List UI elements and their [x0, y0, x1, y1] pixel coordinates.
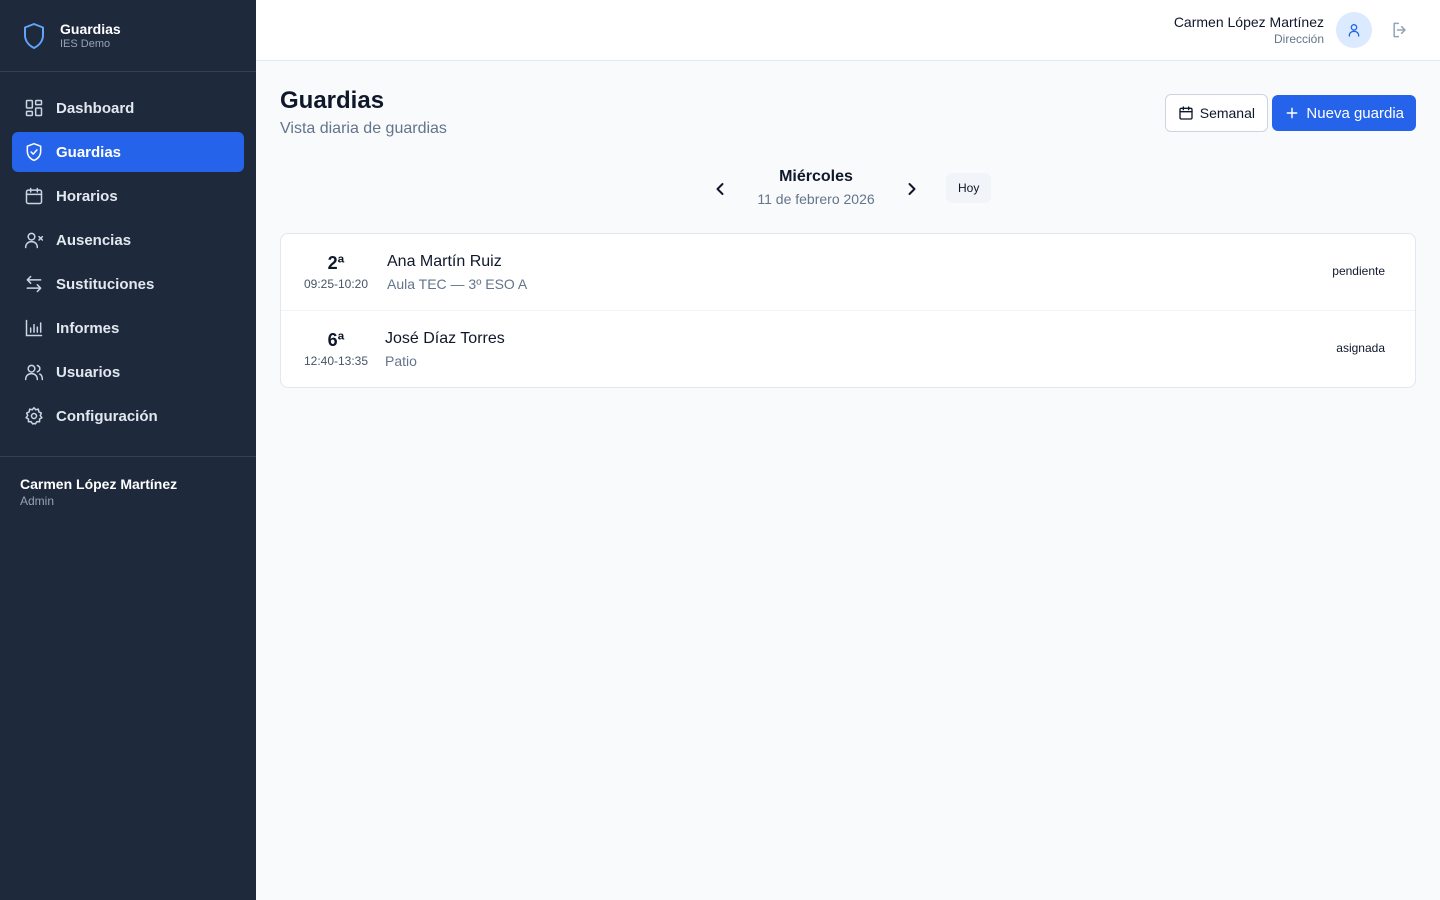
logout-icon[interactable] — [1390, 20, 1410, 40]
location: Patio — [385, 353, 417, 369]
sidebar-item-sustituciones[interactable]: Sustituciones — [12, 264, 244, 304]
shield-icon — [22, 22, 46, 50]
user-x-icon — [24, 230, 44, 250]
guardia-info: Ana Martín Ruiz Aula TEC — 3º ESO A — [387, 252, 527, 293]
period-number: 6ª — [327, 330, 345, 350]
sidebar-item-ausencias[interactable]: Ausencias — [12, 220, 244, 260]
chevron-right-icon[interactable] — [902, 179, 922, 199]
user-icon — [1348, 24, 1360, 37]
page-subtitle: Vista diaria de guardias — [280, 120, 447, 137]
sidebar-item-label: Horarios — [56, 187, 118, 205]
sidebar: Guardias IES Demo Dashboard Guardias Hor… — [0, 0, 256, 900]
list-item[interactable]: 2ª 09:25-10:20 Ana Martín Ruiz Aula TEC … — [281, 234, 1415, 311]
sidebar-item-label: Dashboard — [56, 99, 135, 117]
location: Aula TEC — 3º ESO A — [387, 276, 528, 292]
period: 6ª 12:40-13:35 — [301, 329, 371, 369]
period-number: 2ª — [327, 253, 345, 273]
sidebar-user-name: Carmen López Martínez — [20, 476, 178, 492]
top-bar: Carmen López Martínez Dirección — [256, 0, 1440, 61]
sidebar-item-informes[interactable]: Informes — [12, 308, 244, 348]
header-user: Carmen López Martínez Dirección — [1174, 13, 1324, 47]
current-date: 11 de febrero 2026 — [757, 191, 875, 207]
sidebar-item-usuarios[interactable]: Usuarios — [12, 352, 244, 392]
period-time: 09:25-10:20 — [303, 277, 369, 291]
sidebar-user-role: Admin — [20, 494, 55, 508]
period-time: 12:40-13:35 — [303, 354, 369, 368]
gear-icon — [24, 406, 44, 426]
swap-arrows-icon — [24, 274, 44, 294]
sidebar-nav: Dashboard Guardias Horarios Ausencias Su… — [0, 72, 256, 457]
list-item[interactable]: 6ª 12:40-13:35 José Díaz Torres Patio as… — [281, 311, 1415, 387]
status-badge: asignada — [1336, 341, 1385, 355]
sidebar-item-label: Sustituciones — [56, 275, 155, 293]
brand-title: Guardias — [60, 20, 121, 37]
status-badge: pendiente — [1332, 264, 1385, 278]
sidebar-item-guardias[interactable]: Guardias — [12, 132, 244, 172]
brand-subtitle: IES Demo — [60, 37, 111, 50]
sidebar-item-label: Usuarios — [56, 363, 121, 381]
header-user-name: Carmen López Martínez — [1173, 14, 1324, 30]
new-guardia-label: Nueva guardia — [1306, 104, 1404, 122]
sidebar-user: Carmen López Martínez Admin — [0, 457, 256, 527]
sidebar-item-dashboard[interactable]: Dashboard — [12, 88, 244, 128]
teacher-name: Ana Martín Ruiz — [387, 253, 502, 270]
new-guardia-button[interactable]: Nueva guardia — [1272, 95, 1416, 131]
chevron-left-icon[interactable] — [710, 179, 730, 199]
guardias-list: 2ª 09:25-10:20 Ana Martín Ruiz Aula TEC … — [280, 233, 1416, 388]
weekly-view-button[interactable]: Semanal — [1164, 94, 1268, 132]
calendar-icon — [24, 186, 44, 206]
page-title: Guardias — [280, 87, 385, 114]
date-navigator: Miércoles 11 de febrero 2026 Hoy — [280, 165, 1416, 211]
sidebar-item-label: Guardias — [56, 143, 122, 161]
calendar-icon — [1179, 106, 1193, 120]
dashboard-icon — [24, 98, 44, 118]
current-day: Miércoles — [779, 168, 853, 185]
sidebar-item-label: Informes — [56, 319, 120, 337]
shield-check-icon — [24, 142, 44, 162]
sidebar-item-label: Ausencias — [56, 231, 132, 249]
guardia-info: José Díaz Torres Patio — [385, 329, 505, 370]
plus-icon — [1287, 107, 1298, 119]
today-button[interactable]: Hoy — [946, 173, 992, 203]
header-user-role: Dirección — [1273, 32, 1324, 46]
sidebar-item-label: Configuración — [56, 407, 158, 425]
weekly-view-label: Semanal — [1199, 105, 1255, 121]
bar-chart-icon — [24, 318, 44, 338]
teacher-name: José Díaz Torres — [385, 330, 505, 347]
brand: Guardias IES Demo — [0, 0, 256, 72]
sidebar-item-configuracion[interactable]: Configuración — [12, 396, 244, 436]
sidebar-item-horarios[interactable]: Horarios — [12, 176, 244, 216]
period: 2ª 09:25-10:20 — [301, 252, 371, 292]
users-icon — [24, 362, 44, 382]
avatar[interactable] — [1336, 12, 1372, 48]
